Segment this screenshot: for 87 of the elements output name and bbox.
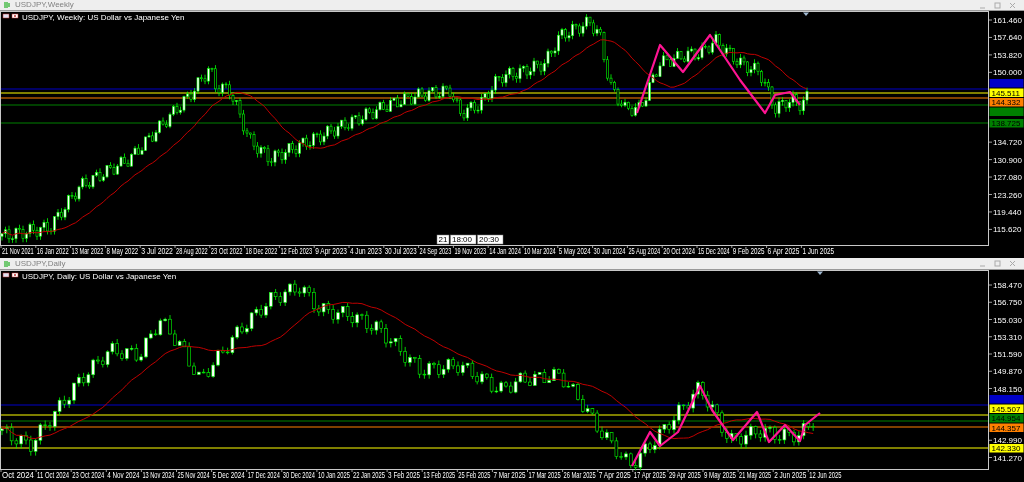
price-axis-label: 155.030 xyxy=(993,315,1022,325)
time-axis-label: 3 Feb 2025 xyxy=(388,469,421,481)
price-axis-label: 130.900 xyxy=(993,155,1022,165)
time-axis-label: 29 Apr 2025 xyxy=(668,469,701,481)
price-tag-label: 142.330 xyxy=(991,444,1021,453)
time-axis-label: 10 Jan 2025 xyxy=(317,469,350,481)
time-axis-label: 19 Nov 2023 xyxy=(454,245,487,257)
price-axis-label: 151.590 xyxy=(993,350,1022,359)
time-axis-label: 21 May 2025 xyxy=(739,469,772,481)
price-tag-label: 144.332 xyxy=(991,98,1021,107)
time-axis-label: 5 Dec 2024 xyxy=(212,469,245,481)
time-axis-label: 25 Feb 2025 xyxy=(458,469,491,481)
time-axis-label: 4 Jun 2023 xyxy=(350,245,382,257)
time-axis-label: 14 Jan 2024 xyxy=(489,245,521,257)
time-axis-label: 30 Dec 2024 xyxy=(282,469,315,481)
maximize-icon xyxy=(994,1,1001,9)
price-axis-label: 148.150 xyxy=(993,384,1022,394)
chart-header: USDJPY, Daily: US Dollar vs Japanese Yen xyxy=(22,271,177,281)
price-axis-label: 157.640 xyxy=(993,33,1022,43)
price-axis-label: 127.080 xyxy=(993,173,1022,183)
time-axis-label: 12 Jun 2025 xyxy=(809,469,842,481)
time-axis-label: 9 Feb 2025 xyxy=(732,245,765,257)
time-axis-label: 7 Mar 2025 xyxy=(493,469,526,481)
time-label-text: 21 xyxy=(438,235,448,244)
time-axis-label: 9 May 2025 xyxy=(704,469,737,481)
time-axis-label: 20 Oct 2024 xyxy=(663,245,695,257)
time-axis-label: Oct 2024 xyxy=(2,469,34,481)
time-axis-label: 13 Nov 2024 xyxy=(142,469,175,481)
time-axis-label: 17 Dec 2024 xyxy=(247,469,280,481)
time-axis-label: 12 Feb 2023 xyxy=(280,245,313,257)
price-axis-label: 149.870 xyxy=(993,367,1022,377)
time-axis-label: 26 Mar 2025 xyxy=(563,469,596,481)
window-title: USDJPY,Weekly xyxy=(15,1,74,9)
price-tag-label: 145.507 xyxy=(991,404,1021,414)
time-axis-label: 17 Apr 2025 xyxy=(633,469,666,481)
price-axis-label: 134.720 xyxy=(993,138,1022,148)
time-axis-label: 28 Aug 2022 xyxy=(176,245,208,257)
time-axis-label: 30 Jun 2024 xyxy=(593,245,626,257)
price-tag-label: 144.357 xyxy=(991,423,1021,433)
time-axis-label: 18 Dec 2022 xyxy=(245,245,278,257)
price-axis-label: 153.310 xyxy=(993,332,1022,342)
time-label-text: 18:00 xyxy=(452,235,473,244)
time-axis-label: 16 Jan 2022 xyxy=(36,245,69,257)
price-tag-label: 138.725 xyxy=(991,119,1021,128)
time-axis-label: 2 Jun 2025 xyxy=(774,469,807,481)
price-axis-label: 115.620 xyxy=(993,225,1022,235)
time-axis-label: 13 Feb 2025 xyxy=(423,469,456,481)
price-axis-label: 161.460 xyxy=(993,16,1022,25)
time-axis-label: 3 Jul 2022 xyxy=(141,244,173,257)
price-axis-label: 158.470 xyxy=(993,281,1022,290)
time-axis-label: 5 May 2024 xyxy=(558,245,591,257)
close-icon xyxy=(1009,260,1016,267)
price-axis-label: 141.270 xyxy=(993,453,1022,463)
price-tag-label: 145.511 xyxy=(991,88,1020,98)
price-tag-label: 144.954 xyxy=(991,414,1021,423)
time-axis-label: 21 Nov 2021 xyxy=(2,245,34,257)
price-axis-label: 119.440 xyxy=(993,207,1022,217)
time-axis-label: 30 Jul 2023 xyxy=(384,245,417,257)
window-title: USDJPY,Daily xyxy=(15,259,66,268)
price-axis-label: 142.990 xyxy=(993,436,1022,446)
chart-app-icon xyxy=(4,1,11,9)
chart-app-icon xyxy=(4,259,11,268)
time-axis-label: 25 Aug 2024 xyxy=(628,245,661,257)
price-axis-label: 150.000 xyxy=(993,68,1022,78)
time-axis-label: 23 Oct 2024 xyxy=(72,469,105,481)
time-axis-label: 17 Mar 2025 xyxy=(528,469,561,481)
time-axis-label: 24 Sep 2023 xyxy=(419,245,452,257)
time-axis-label: 9 Apr 2023 xyxy=(315,245,347,257)
time-label-text: 20:30 xyxy=(479,235,500,244)
time-axis-label: 15 Dec 2024 xyxy=(698,245,730,257)
time-axis-label: 10 Mar 2024 xyxy=(524,245,556,257)
time-axis-label: 6 Apr 2025 xyxy=(767,245,800,257)
time-axis-label: 1 Jun 2025 xyxy=(802,245,835,257)
time-axis-label: 22 Jan 2025 xyxy=(353,469,386,481)
time-axis-label: 13 Mar 2022 xyxy=(71,245,104,257)
chart-header: USDJPY, Weekly: US Dollar vs Japanese Yen xyxy=(22,12,185,22)
price-axis-label: 156.750 xyxy=(993,298,1022,308)
close-icon xyxy=(1009,1,1016,9)
time-axis-label: 11 Oct 2024 xyxy=(37,469,70,481)
price-axis-label: 123.260 xyxy=(993,190,1022,200)
time-axis-label: 23 Oct 2022 xyxy=(210,245,243,257)
time-axis-label: 7 Apr 2025 xyxy=(598,469,631,481)
maximize-icon xyxy=(994,260,1001,267)
time-axis-label: 4 Nov 2024 xyxy=(107,469,140,481)
time-axis-label: 8 May 2022 xyxy=(106,245,139,257)
time-axis-label: 25 Nov 2024 xyxy=(177,469,210,481)
price-axis-label: 153.820 xyxy=(993,50,1022,60)
